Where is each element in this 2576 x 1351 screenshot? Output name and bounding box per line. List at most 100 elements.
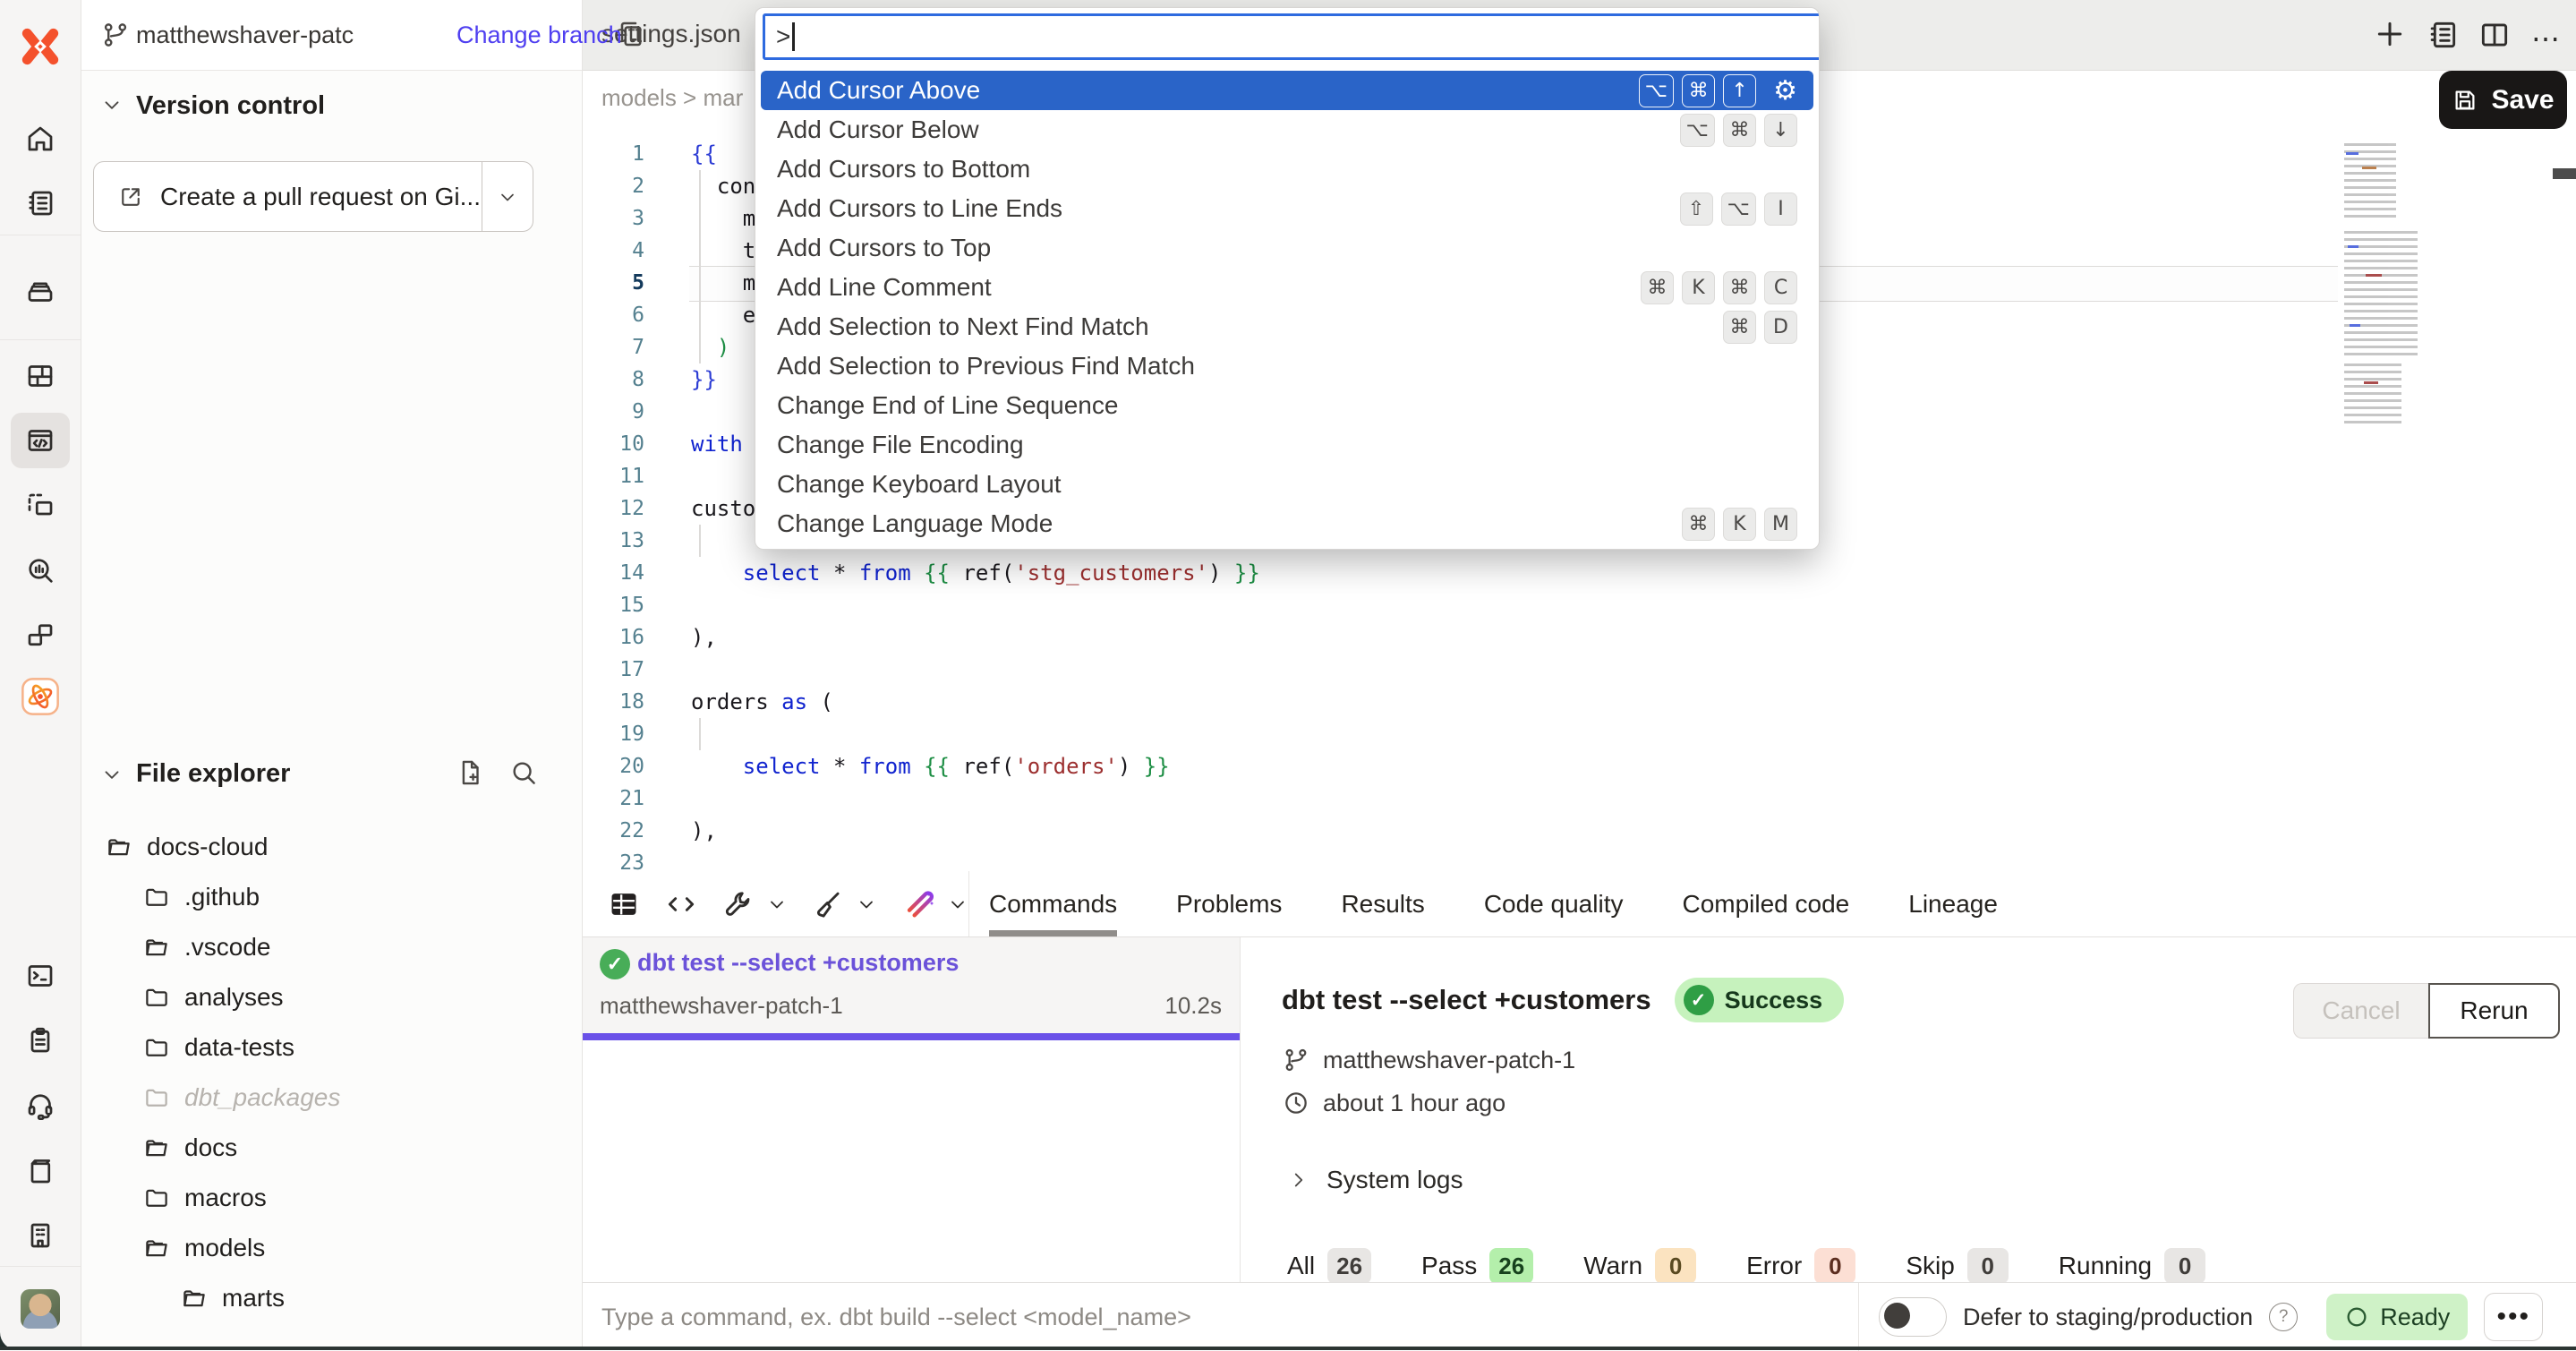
palette-item[interactable]: Change Keyboard Layout	[761, 465, 1813, 504]
panel-tab-compiled-code[interactable]: Compiled code	[1682, 871, 1849, 936]
palette-item[interactable]: Add Selection to Next Find Match⌘D	[761, 307, 1813, 346]
dashboard-icon[interactable]	[21, 356, 60, 396]
minimap-fleck	[2350, 324, 2360, 327]
home-icon[interactable]	[21, 119, 60, 158]
key-⌘: ⌘	[1723, 271, 1756, 304]
user-avatar[interactable]	[21, 1289, 60, 1329]
terminal-icon[interactable]	[21, 956, 60, 996]
panel-tab-lineage[interactable]: Lineage	[1908, 871, 1998, 936]
change-branch-link[interactable]: Change branch	[456, 21, 622, 49]
code-line: select * from {{ ref('stg_customers') }}	[691, 557, 1260, 589]
history-list-item[interactable]: ✓ dbt test --select +customers matthewsh…	[582, 936, 1240, 1040]
tree-item-data-tests[interactable]: data-tests	[81, 1022, 582, 1073]
chevron-down-icon[interactable]	[100, 763, 124, 786]
archive-icon[interactable]	[21, 271, 60, 311]
canvas-select-icon[interactable]	[21, 486, 60, 526]
text-caret	[792, 22, 795, 51]
panel-tab-results[interactable]: Results	[1341, 871, 1424, 936]
defer-toggle[interactable]	[1879, 1297, 1947, 1337]
palette-item[interactable]: Add Line Comment⌘K⌘C	[761, 268, 1813, 307]
results-table-icon[interactable]	[607, 887, 641, 921]
format-broom-icon[interactable]	[811, 887, 845, 921]
code-editor-icon[interactable]	[21, 421, 60, 460]
tree-item-marts[interactable]: marts	[81, 1273, 582, 1323]
panel-tab-commands[interactable]: Commands	[989, 871, 1117, 936]
code-token: ),	[691, 625, 717, 650]
line-number: 22	[594, 815, 644, 847]
palette-input[interactable]: >	[763, 13, 1820, 60]
palette-item[interactable]: Add Cursor Above⌥⌘↑⚙	[761, 71, 1813, 110]
query-insights-icon[interactable]	[21, 551, 60, 590]
panel-tab-code-quality[interactable]: Code quality	[1484, 871, 1624, 936]
tree-item-docs-cloud[interactable]: docs-cloud	[81, 822, 582, 872]
copilot-atom-icon[interactable]	[21, 677, 60, 716]
copy-icon[interactable]	[614, 18, 646, 50]
split-editor-icon[interactable]	[2478, 18, 2512, 52]
detail-time: about 1 hour ago	[1323, 1090, 1506, 1117]
gear-icon[interactable]: ⚙	[1773, 75, 1797, 107]
notebook-icon[interactable]	[21, 184, 60, 223]
palette-item[interactable]: Add Cursors to Line Ends⇧⌥I	[761, 189, 1813, 228]
line-number: 19	[594, 718, 644, 750]
tree-item-analyses[interactable]: analyses	[81, 972, 582, 1022]
rerun-button[interactable]: Rerun	[2428, 983, 2560, 1039]
command-input[interactable]: Type a command, ex. dbt build --select <…	[601, 1283, 1191, 1351]
notebook-panel-icon[interactable]	[2426, 18, 2460, 52]
defer-label: Defer to staging/production	[1963, 1304, 2253, 1331]
minimap[interactable]	[2339, 141, 2421, 381]
tree-item-docs[interactable]: docs	[81, 1123, 582, 1173]
create-pr-button[interactable]: Create a pull request on Gi...	[93, 161, 533, 232]
code-line: t	[691, 235, 755, 267]
chevron-down-icon[interactable]	[947, 894, 968, 915]
docs-book-icon[interactable]	[21, 1151, 60, 1191]
palette-item[interactable]: Add Selection to Previous Find Match	[761, 346, 1813, 386]
chevron-down-icon[interactable]	[766, 894, 788, 915]
line-number: 14	[594, 557, 644, 589]
history-command: dbt test --select +customers	[637, 949, 959, 977]
clock-icon	[1282, 1089, 1310, 1117]
chevron-down-icon[interactable]	[100, 93, 124, 116]
tree-item-models[interactable]: models	[81, 1223, 582, 1273]
build-wrench-icon[interactable]	[721, 887, 755, 921]
tree-item-dot-github[interactable]: .github	[81, 872, 582, 922]
dbt-logo-icon[interactable]	[21, 27, 60, 66]
organization-icon[interactable]	[21, 1216, 60, 1255]
tree-item-dbt_packages[interactable]: dbt_packages	[81, 1073, 582, 1123]
minimap-fleck	[2348, 245, 2358, 248]
line-number: 18	[594, 686, 644, 718]
help-icon[interactable]: ?	[2269, 1303, 2298, 1331]
line-number: 20	[594, 750, 644, 782]
new-tab-icon[interactable]	[2372, 16, 2408, 52]
ai-assist-icon[interactable]	[900, 886, 936, 922]
palette-item[interactable]: Change End of Line Sequence	[761, 386, 1813, 425]
chevron-down-icon[interactable]	[856, 894, 877, 915]
search-icon[interactable]	[508, 757, 539, 788]
cancel-button[interactable]: Cancel	[2293, 983, 2428, 1039]
palette-item[interactable]: Add Cursor Below⌥⌘↓	[761, 110, 1813, 150]
palette-item-label: Add Cursors to Line Ends	[777, 194, 1062, 223]
tree-item-label: models	[184, 1234, 265, 1262]
panel-toolbar	[582, 871, 969, 936]
new-file-icon[interactable]	[455, 757, 485, 788]
code-token: {{	[924, 560, 962, 586]
more-options-icon[interactable]: ⋯	[2531, 21, 2563, 56]
tree-item-macros[interactable]: macros	[81, 1173, 582, 1223]
clipboard-icon[interactable]	[21, 1021, 60, 1060]
palette-item[interactable]: Add Cursors to Bottom	[761, 150, 1813, 189]
tree-item-label: data-tests	[184, 1033, 294, 1062]
system-logs-toggle[interactable]: System logs	[1287, 1166, 1463, 1194]
palette-item[interactable]: Change File Encoding	[761, 425, 1813, 465]
scrollbar-thumb[interactable]	[2553, 168, 2576, 179]
tree-item-dot-vscode[interactable]: .vscode	[81, 922, 582, 972]
palette-item[interactable]: Add Cursors to Top	[761, 228, 1813, 268]
save-button[interactable]: Save	[2439, 71, 2567, 129]
pr-button-chevron[interactable]	[482, 162, 533, 231]
panel-tab-problems[interactable]: Problems	[1176, 871, 1282, 936]
windows-icon[interactable]	[21, 616, 60, 655]
headset-icon[interactable]	[21, 1086, 60, 1125]
code-token	[911, 754, 924, 779]
command-bar-more-button[interactable]: •••	[2484, 1293, 2543, 1341]
palette-item[interactable]: Change Language Mode⌘KM	[761, 504, 1813, 543]
code-line: select * from {{ ref('orders') }}	[691, 750, 1170, 782]
code-tag-icon[interactable]	[664, 887, 698, 921]
